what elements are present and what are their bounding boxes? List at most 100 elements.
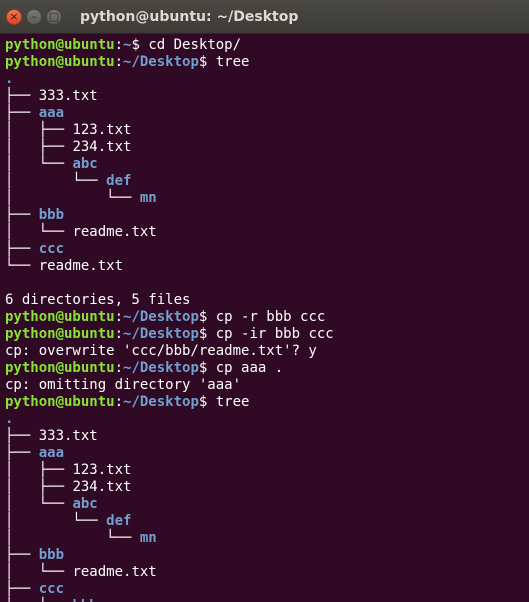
tree-branch: │ └── xyxy=(5,156,73,172)
tree-line: │ ├── 234.txt xyxy=(5,479,529,496)
prompt-line: python@ubuntu:~/Desktop$ cp -r bbb ccc xyxy=(5,309,529,326)
prompt-colon: : xyxy=(114,394,124,410)
tree-line: ├── aaa xyxy=(5,445,529,462)
tree-directory: bbb xyxy=(38,547,65,563)
tree-directory: . xyxy=(5,411,14,427)
tree-line: └── readme.txt xyxy=(5,258,529,275)
tree-directory: mn xyxy=(139,190,157,206)
tree-file: 123.txt xyxy=(72,462,132,478)
tree-file: readme.txt xyxy=(38,258,124,274)
tree-branch: │ └── xyxy=(5,496,73,512)
prompt-colon: : xyxy=(114,54,124,70)
command-text: cp -ir bbb ccc xyxy=(215,326,334,342)
tree-branch: │ └── xyxy=(5,530,140,546)
prompt-line: python@ubuntu:~/Desktop$ tree xyxy=(5,394,529,411)
prompt-user: python@ubuntu xyxy=(5,37,115,53)
tree-branch: │ └── xyxy=(5,224,73,240)
prompt-path: ~/Desktop xyxy=(123,309,199,325)
tree-line: │ └── abc xyxy=(5,156,529,173)
tree-branch: ├── xyxy=(5,547,39,563)
tree-file: 234.txt xyxy=(72,139,132,155)
tree-directory: abc xyxy=(72,496,98,512)
tree-file: 123.txt xyxy=(72,122,132,138)
tree-line: │ ├── 123.txt xyxy=(5,122,529,139)
tree-branch: ├── xyxy=(5,88,39,104)
tree-file: readme.txt xyxy=(72,224,157,240)
maximize-button[interactable]: □ xyxy=(46,8,62,25)
output-text: cp: overwrite 'ccc/bbb/readme.txt'? y xyxy=(5,343,317,359)
tree-line: │ └── bbb xyxy=(5,598,529,602)
tree-line: ├── 333.txt xyxy=(5,428,529,445)
tree-directory: abc xyxy=(72,156,98,172)
tree-line: │ └── abc xyxy=(5,496,529,513)
tree-branch: ├── xyxy=(5,207,39,223)
close-icon: × xyxy=(9,10,19,23)
prompt-line: python@ubuntu:~$ cd Desktop/ xyxy=(5,37,529,54)
tree-line: ├── ccc xyxy=(5,241,529,258)
tree-branch: │ └── xyxy=(5,190,140,206)
minimize-button[interactable]: – xyxy=(26,8,42,25)
close-button[interactable]: × xyxy=(6,8,22,25)
command-text: tree xyxy=(215,54,250,70)
output-line: cp: omitting directory 'aaa' xyxy=(5,377,529,394)
tree-directory: bbb xyxy=(72,598,97,602)
tree-line: │ ├── 123.txt xyxy=(5,462,529,479)
tree-branch: ├── xyxy=(5,428,39,444)
tree-file: readme.txt xyxy=(72,564,157,580)
tree-line: . xyxy=(5,71,529,88)
prompt-symbol: $ xyxy=(198,394,216,410)
prompt-user: python@ubuntu xyxy=(5,326,115,342)
maximize-icon: □ xyxy=(48,10,60,23)
output-line: cp: overwrite 'ccc/bbb/readme.txt'? y xyxy=(5,343,529,360)
tree-line: │ └── readme.txt xyxy=(5,564,529,581)
tree-line: │ └── def xyxy=(5,173,529,190)
prompt-symbol: $ xyxy=(198,326,216,342)
prompt-user: python@ubuntu xyxy=(5,54,115,70)
prompt-colon: : xyxy=(114,37,124,53)
tree-branch: ├── xyxy=(5,241,39,257)
tree-branch: ├── xyxy=(5,581,39,597)
tree-directory: . xyxy=(5,71,14,87)
prompt-path: ~/Desktop xyxy=(123,54,199,70)
window-controls: × – □ xyxy=(0,8,62,25)
tree-line: │ └── readme.txt xyxy=(5,224,529,241)
prompt-user: python@ubuntu xyxy=(5,394,115,410)
prompt-path: ~/Desktop xyxy=(123,360,199,376)
tree-line: ├── bbb xyxy=(5,207,529,224)
output-line: 6 directories, 5 files xyxy=(5,292,529,309)
prompt-symbol: $ xyxy=(131,37,149,53)
tree-line: │ └── def xyxy=(5,513,529,530)
tree-branch: │ └── xyxy=(5,564,73,580)
tree-line: │ └── mn xyxy=(5,190,529,207)
tree-directory: ccc xyxy=(38,581,65,597)
tree-branch: │ ├── xyxy=(5,139,73,155)
tree-line: ├── 333.txt xyxy=(5,88,529,105)
tree-branch: │ └── xyxy=(5,513,107,529)
tree-directory: ccc xyxy=(38,241,65,257)
window-title: python@ubuntu: ~/Desktop xyxy=(80,8,299,25)
prompt-symbol: $ xyxy=(198,54,216,70)
tree-line: ├── aaa xyxy=(5,105,529,122)
minimize-icon: – xyxy=(31,10,37,23)
prompt-colon: : xyxy=(114,309,124,325)
prompt-path: ~/Desktop xyxy=(123,394,199,410)
prompt-path: ~/Desktop xyxy=(123,326,199,342)
prompt-user: python@ubuntu xyxy=(5,309,115,325)
tree-line: . xyxy=(5,411,529,428)
command-text: cd Desktop/ xyxy=(148,37,242,53)
prompt-line: python@ubuntu:~/Desktop$ cp -ir bbb ccc xyxy=(5,326,529,343)
tree-branch: │ └── xyxy=(5,598,72,602)
tree-line: ├── ccc xyxy=(5,581,529,598)
tree-branch: │ ├── xyxy=(5,462,73,478)
tree-directory: def xyxy=(106,513,132,529)
tree-directory: aaa xyxy=(38,105,65,121)
command-text: tree xyxy=(215,394,250,410)
terminal-output[interactable]: python@ubuntu:~$ cd Desktop/python@ubunt… xyxy=(0,34,529,602)
prompt-line: python@ubuntu:~/Desktop$ tree xyxy=(5,54,529,71)
title-bar[interactable]: × – □ python@ubuntu: ~/Desktop xyxy=(0,0,529,34)
terminal-window: × – □ python@ubuntu: ~/Desktop python@ub… xyxy=(0,0,529,602)
tree-branch: └── xyxy=(5,258,39,274)
prompt-symbol: $ xyxy=(198,309,216,325)
tree-directory: aaa xyxy=(38,445,65,461)
